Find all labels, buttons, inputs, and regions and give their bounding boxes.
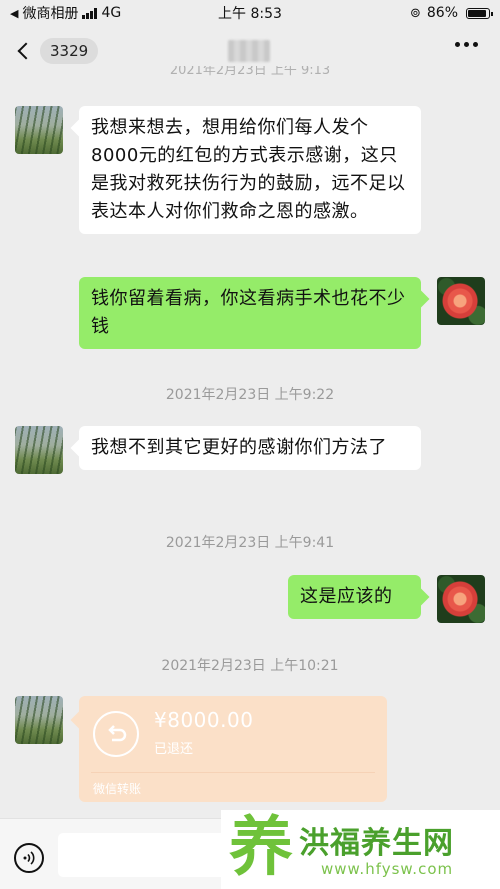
back-to-app-icon[interactable]: ◀ [10, 7, 18, 20]
transfer-footer-label: 微信转账 [93, 782, 142, 796]
timestamp: 2021年2月23日 上午9:41 [165, 535, 335, 551]
chevron-left-icon [17, 42, 35, 60]
unread-count: 3329 [40, 38, 99, 64]
network-label: 4G [101, 5, 122, 21]
self-avatar[interactable] [437, 277, 485, 325]
message-bubble-outgoing[interactable]: 钱你留着看病，你这看病手术也花不少钱 [79, 277, 421, 349]
transfer-amount: ¥8000.00 [154, 708, 254, 732]
status-bar: ◀ 微商相册 4G 上午 8:53 ⊚ 86% [0, 0, 500, 26]
refund-arrow-icon [93, 711, 139, 757]
battery-percent: 86% [426, 5, 458, 21]
self-avatar[interactable] [437, 575, 485, 623]
status-left: ◀ 微商相册 4G [10, 3, 121, 23]
contact-avatar[interactable] [15, 426, 63, 474]
transfer-status: 已退还 [154, 742, 194, 757]
status-right: ⊚ 86% [409, 5, 493, 21]
transfer-card[interactable]: ¥8000.00 已退还 微信转账 [79, 696, 387, 802]
orientation-lock-icon: ⊚ [409, 5, 421, 21]
back-button[interactable]: 3329 [16, 36, 99, 66]
transfer-divider [91, 772, 375, 773]
ellipsis-icon [455, 42, 460, 47]
partial-timestamp: 2021年2月23日 上午 9:13 [169, 66, 331, 78]
signal-icon [82, 7, 98, 19]
message-bubble-outgoing[interactable]: 这是应该的 [288, 575, 421, 619]
carrier-label: 微商相册 [22, 6, 79, 22]
contact-avatar[interactable] [15, 696, 63, 744]
more-button[interactable] [455, 42, 478, 47]
site-watermark: 养 洪福养生网 www.hfysw.com [221, 810, 500, 889]
timestamp: 2021年2月23日 上午10:21 [161, 658, 339, 674]
message-bubble-incoming[interactable]: 我想来想去，想用给你们每人发个8000元的红包的方式表示感谢，这只是我对救死扶伤… [79, 106, 421, 234]
timestamp: 2021年2月23日 上午9:22 [165, 387, 335, 403]
message-bubble-incoming[interactable]: 我想不到其它更好的感谢你们方法了 [79, 426, 421, 470]
voice-button[interactable] [14, 843, 44, 873]
watermark-url: www.hfysw.com [321, 860, 454, 878]
chat-title-redacted [228, 40, 270, 62]
contact-avatar[interactable] [15, 106, 63, 154]
watermark-logo: 养 [229, 810, 293, 885]
battery-icon [466, 7, 493, 19]
voice-icon [23, 851, 35, 865]
watermark-title: 洪福养生网 [299, 826, 454, 861]
status-time: 上午 8:53 [218, 6, 282, 22]
